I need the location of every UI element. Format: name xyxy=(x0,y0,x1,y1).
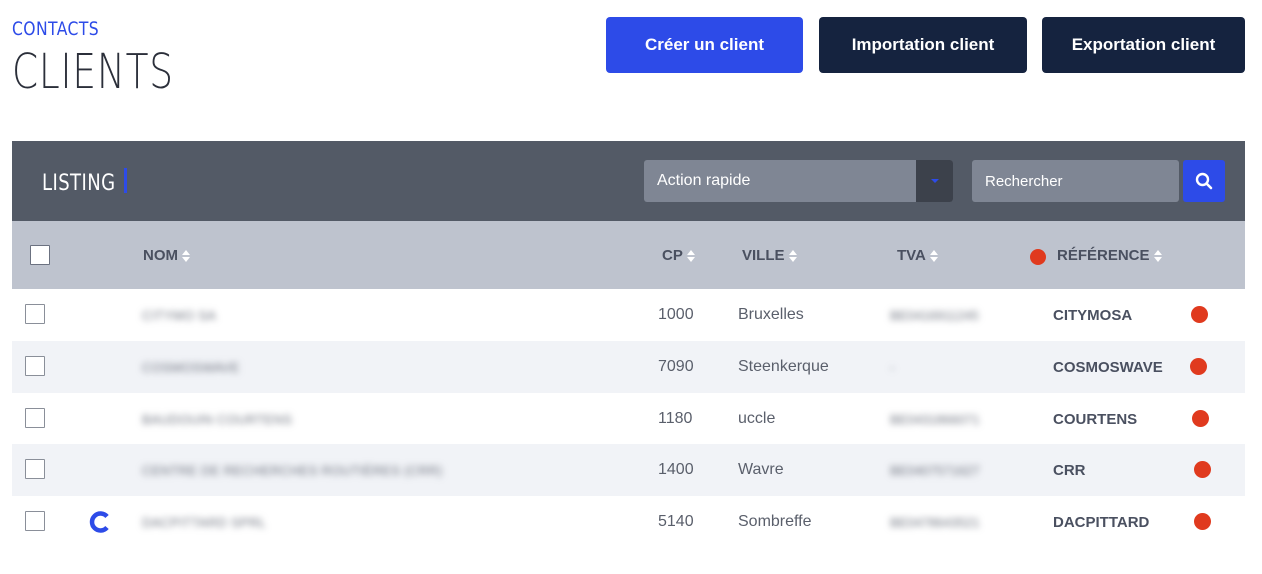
status-dot xyxy=(1190,358,1207,375)
table-row[interactable]: BAUDOUIN COURTENS 1180 uccle BE043186607… xyxy=(12,393,1245,445)
sort-icon xyxy=(182,249,191,263)
create-client-button[interactable]: Créer un client xyxy=(606,17,803,73)
listing-panel-header: LISTING Action rapide xyxy=(12,141,1245,221)
search-button[interactable] xyxy=(1183,160,1225,202)
cell-reference: CRR xyxy=(1053,462,1086,479)
cell-ville: Bruxelles xyxy=(738,306,804,323)
cell-cp: 7090 xyxy=(658,358,694,375)
column-label-cp: CP xyxy=(662,247,683,264)
cell-tva: BE0416911245 xyxy=(890,308,979,323)
chevron-down-icon[interactable] xyxy=(916,160,953,202)
breadcrumb: CONTACTS xyxy=(12,18,100,40)
table-row[interactable]: DACPITTARD SPRL 5140 Sombreffe BE0478643… xyxy=(12,496,1245,548)
cell-nom: DACPITTARD SPRL xyxy=(142,515,267,530)
status-dot xyxy=(1194,513,1211,530)
cell-ville: uccle xyxy=(738,410,776,427)
status-dot xyxy=(1194,461,1211,478)
column-header-cp[interactable]: CP xyxy=(662,247,696,264)
row-checkbox[interactable] xyxy=(25,356,45,376)
listing-accent-bar xyxy=(124,168,127,193)
import-client-button[interactable]: Importation client xyxy=(819,17,1027,73)
table-row[interactable]: CENTRE DE RECHERCHES ROUTIÈRES (CRR) 140… xyxy=(12,444,1245,496)
cell-tva: - xyxy=(890,360,895,375)
table-row[interactable]: COSMOSWAVE 7090 Steenkerque - COSMOSWAVE xyxy=(12,341,1245,393)
cell-reference: COSMOSWAVE xyxy=(1053,359,1163,376)
status-dot xyxy=(1192,410,1209,427)
sort-icon xyxy=(929,249,939,263)
export-client-button[interactable]: Exportation client xyxy=(1042,17,1245,73)
column-header-ville[interactable]: VILLE xyxy=(742,247,798,264)
sort-icon xyxy=(1153,249,1163,263)
column-label-tva: TVA xyxy=(897,247,926,264)
cell-nom: BAUDOUIN COURTENS xyxy=(142,412,293,427)
cell-ville: Sombreffe xyxy=(738,513,812,530)
table-row[interactable]: CITYMO SA 1000 Bruxelles BE0416911245 CI… xyxy=(12,289,1245,341)
row-checkbox[interactable] xyxy=(25,511,45,531)
status-dot xyxy=(1191,306,1208,323)
cell-nom: CENTRE DE RECHERCHES ROUTIÈRES (CRR) xyxy=(142,463,443,478)
cell-reference: CITYMOSA xyxy=(1053,307,1133,324)
page-title: CLIENTS xyxy=(12,44,174,100)
select-all-checkbox[interactable] xyxy=(30,245,50,265)
cell-nom: CITYMO SA xyxy=(142,308,217,323)
sort-icon xyxy=(686,249,696,263)
cell-tva: BE0431866071 xyxy=(890,412,980,427)
column-header-nom[interactable]: NOM xyxy=(143,247,191,264)
row-checkbox[interactable] xyxy=(25,459,45,479)
cell-tva: BE0407571627 xyxy=(890,463,980,478)
column-header-reference[interactable]: RÉFÉRENCE xyxy=(1057,247,1163,264)
quick-action-value: Action rapide xyxy=(657,172,751,189)
column-label-reference: RÉFÉRENCE xyxy=(1057,247,1150,264)
cell-reference: DACPITTARD xyxy=(1053,514,1150,531)
cell-nom: COSMOSWAVE xyxy=(142,360,240,375)
cell-cp: 1400 xyxy=(658,461,694,478)
search-icon xyxy=(1195,172,1213,190)
column-label-nom: NOM xyxy=(143,247,178,264)
cell-reference: COURTENS xyxy=(1053,411,1138,428)
search-input[interactable] xyxy=(972,160,1179,202)
row-checkbox[interactable] xyxy=(25,408,45,428)
cell-cp: 1000 xyxy=(658,306,694,323)
sort-icon xyxy=(788,249,798,263)
cell-tva: BE0478643521 xyxy=(890,515,980,530)
column-header-tva[interactable]: TVA xyxy=(897,247,939,264)
row-checkbox[interactable] xyxy=(25,304,45,324)
cell-ville: Steenkerque xyxy=(738,358,829,375)
table-header: NOM CP VILLE TVA RÉFÉRENCE xyxy=(12,221,1245,289)
column-label-ville: VILLE xyxy=(742,247,785,264)
listing-title: LISTING xyxy=(42,171,116,196)
status-dot-header xyxy=(1030,249,1046,265)
client-logo-icon xyxy=(89,511,109,533)
cell-cp: 5140 xyxy=(658,513,694,530)
quick-action-select[interactable]: Action rapide xyxy=(644,160,953,202)
cell-ville: Wavre xyxy=(738,461,784,478)
cell-cp: 1180 xyxy=(658,410,693,427)
